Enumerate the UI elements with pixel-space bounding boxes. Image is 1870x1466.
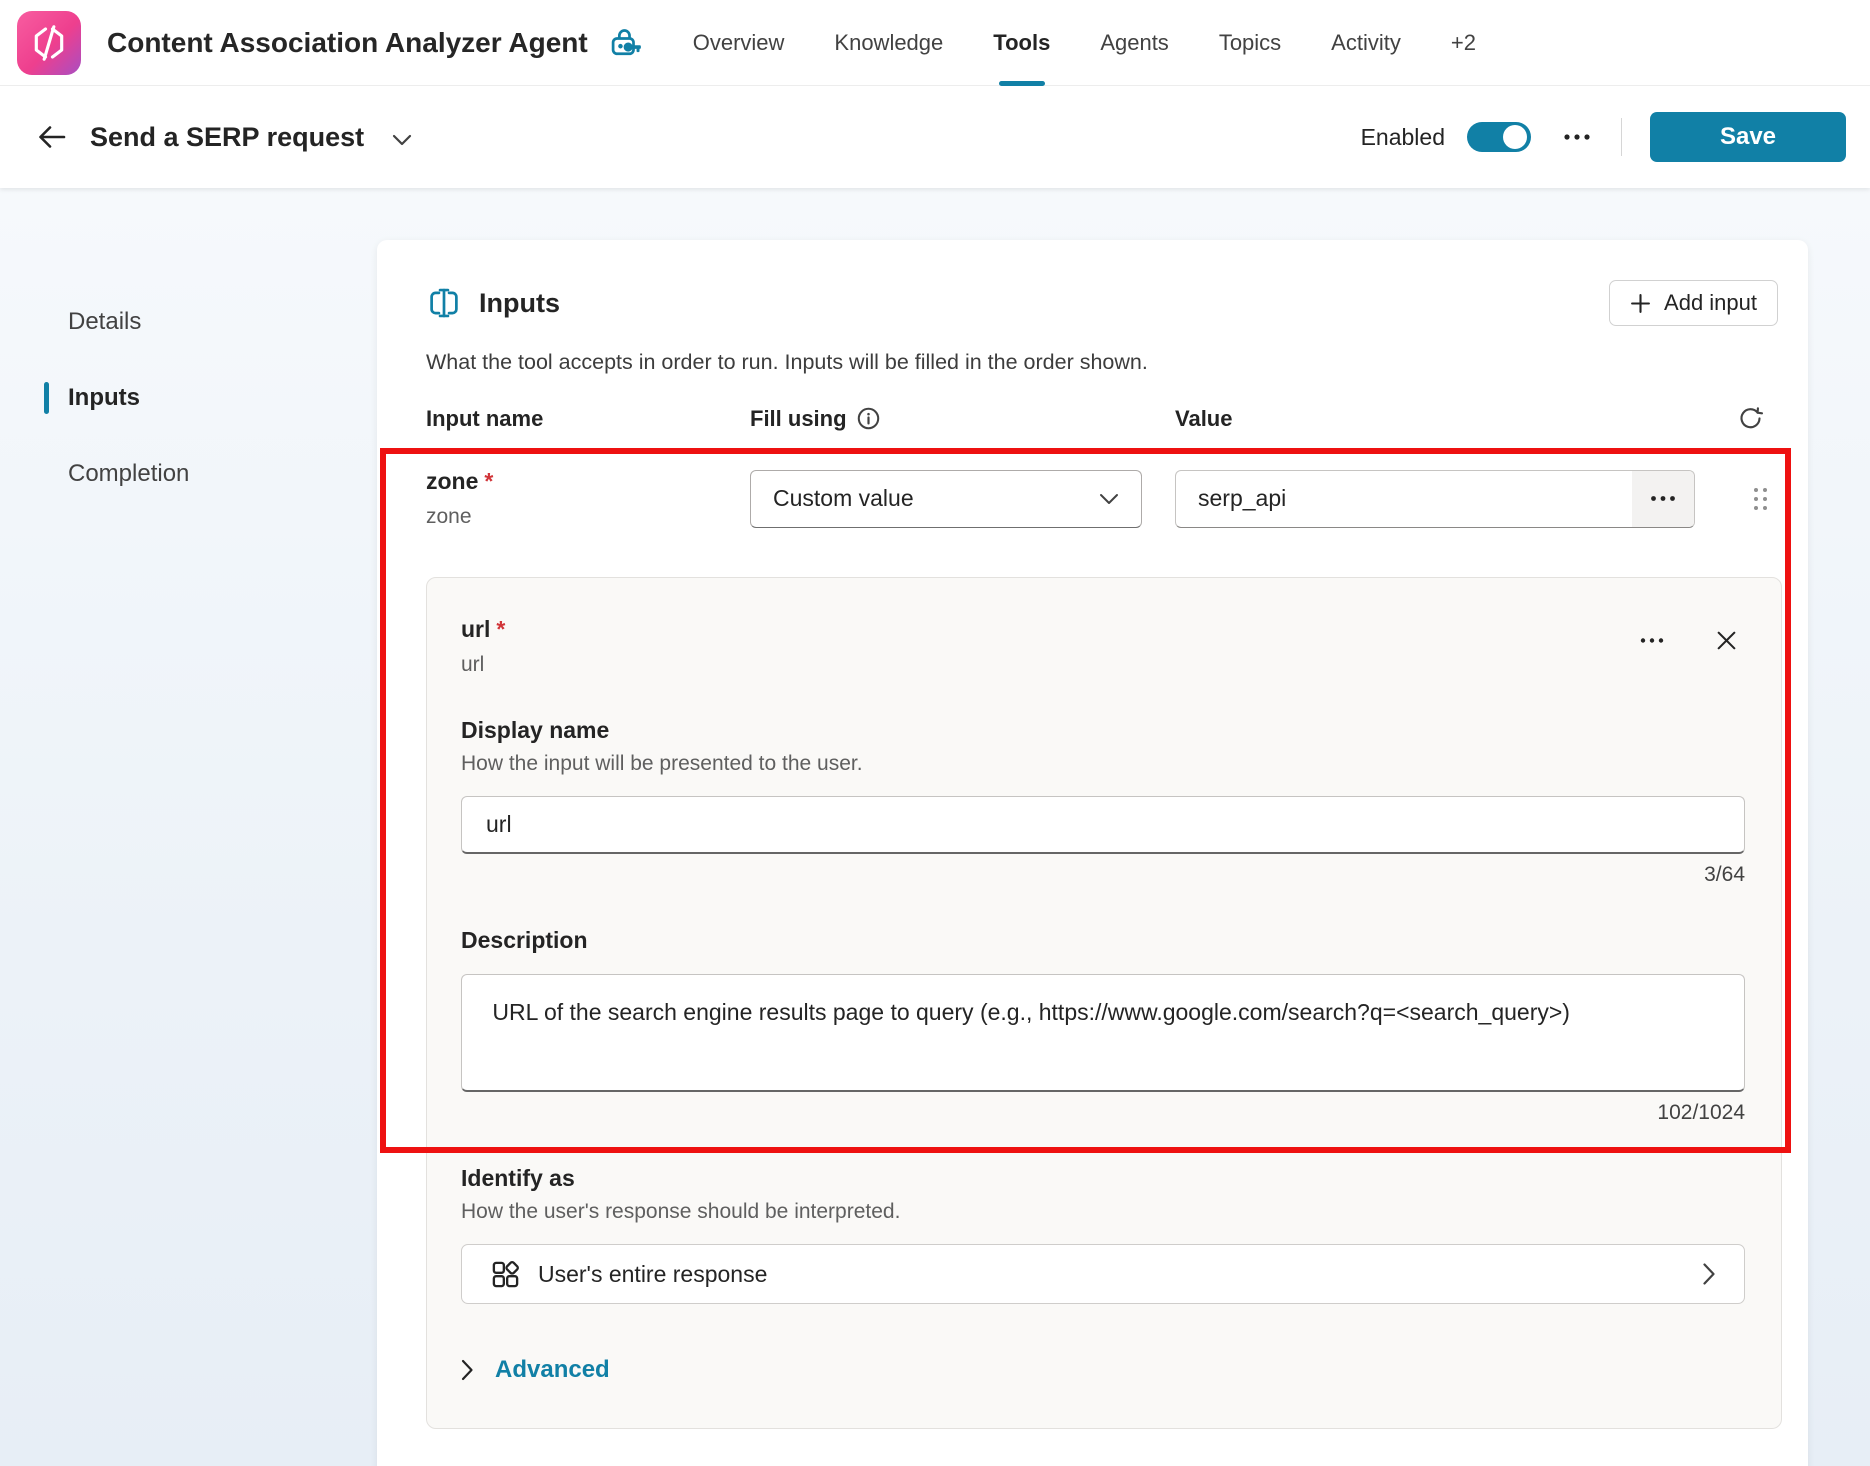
refresh-cell: [1726, 405, 1778, 432]
toolbar-divider: [1621, 118, 1622, 156]
identify-as-button[interactable]: User's entire response: [461, 1244, 1745, 1304]
back-button[interactable]: [30, 116, 74, 158]
add-input-label: Add input: [1664, 290, 1757, 316]
info-icon[interactable]: [857, 407, 880, 430]
inputs-panel: Inputs Add input What the tool accepts i…: [377, 240, 1808, 1466]
display-name-counter: 3/64: [461, 863, 1745, 887]
display-name-input[interactable]: [461, 796, 1745, 854]
required-asterisk: *: [496, 616, 505, 642]
display-name-hint: How the input will be presented to the u…: [461, 752, 1745, 776]
url-name: url*: [461, 616, 505, 643]
url-name-text: url: [461, 616, 490, 642]
description-counter: 102/1024: [461, 1101, 1745, 1125]
sidebar-item-details[interactable]: Details: [0, 284, 377, 360]
zone-name-text: zone: [426, 468, 478, 494]
fill-using-select[interactable]: Custom value: [750, 470, 1142, 528]
fill-using-label: Fill using: [750, 406, 847, 432]
add-input-button[interactable]: Add input: [1609, 280, 1778, 326]
save-button[interactable]: Save: [1650, 112, 1846, 162]
sidebar-item-label: Details: [68, 308, 141, 336]
inputs-title-group: Inputs: [426, 285, 560, 321]
description-textarea[interactable]: URL of the search engine results page to…: [461, 974, 1745, 1092]
identify-as-hint: How the user's response should be interp…: [461, 1200, 1745, 1224]
tool-name[interactable]: Send a SERP request: [90, 122, 364, 153]
inputs-section-title: Inputs: [479, 288, 560, 319]
tab-knowledge[interactable]: Knowledge: [809, 0, 968, 86]
tab-agents[interactable]: Agents: [1075, 0, 1194, 86]
drag-handle-icon[interactable]: [1750, 485, 1770, 513]
display-name-label: Display name: [461, 717, 1745, 744]
advanced-expander[interactable]: Advanced: [461, 1356, 610, 1384]
chevron-right-icon: [461, 1359, 474, 1381]
inputs-section-icon: [426, 285, 462, 321]
lock-key-icon[interactable]: [608, 27, 642, 59]
zone-value-cell: [1175, 470, 1726, 528]
column-value: Value: [1175, 406, 1726, 432]
chevron-right-icon: [1702, 1262, 1716, 1286]
agent-logo: [17, 11, 81, 75]
tab-topics[interactable]: Topics: [1194, 0, 1306, 86]
sidebar-item-completion[interactable]: Completion: [0, 436, 377, 512]
column-input-name: Input name: [426, 406, 750, 432]
more-horizontal-icon: [1563, 133, 1591, 141]
inputs-description: What the tool accepts in order to run. I…: [426, 350, 1778, 375]
page-title: Content Association Analyzer Agent: [107, 27, 588, 59]
enabled-label: Enabled: [1361, 124, 1445, 151]
tab-tools[interactable]: Tools: [968, 0, 1075, 86]
page-body: Details Inputs Completion: [0, 188, 1870, 1466]
url-name-group: url* url: [461, 616, 505, 677]
tool-name-dropdown[interactable]: [386, 128, 418, 152]
tab-activity[interactable]: Activity: [1306, 0, 1426, 86]
column-fill-using: Fill using: [750, 406, 1175, 432]
chevron-down-icon: [392, 134, 412, 146]
input-row-zone: zone* zone Custom value: [426, 468, 1778, 529]
sidebar-item-label: Inputs: [68, 384, 140, 412]
tab-overview[interactable]: Overview: [668, 0, 810, 86]
refresh-icon[interactable]: [1737, 405, 1764, 432]
url-card-actions: [1634, 616, 1745, 659]
top-bar: Content Association Analyzer Agent Overv…: [0, 0, 1870, 86]
toolbar-more-button[interactable]: [1557, 127, 1597, 147]
zone-subname: zone: [426, 505, 750, 529]
code-hexagon-icon: [28, 22, 70, 64]
plus-icon: [1630, 293, 1651, 314]
sidebar-item-inputs[interactable]: Inputs: [0, 360, 377, 436]
identify-as-value: User's entire response: [538, 1261, 767, 1288]
back-arrow-icon: [36, 122, 68, 152]
url-more-button[interactable]: [1634, 631, 1670, 650]
more-horizontal-icon: [1650, 495, 1676, 502]
screen: Content Association Analyzer Agent Overv…: [0, 0, 1870, 1466]
fill-using-selected-value: Custom value: [773, 485, 914, 512]
enabled-toggle[interactable]: [1467, 122, 1531, 152]
zone-name: zone*: [426, 468, 750, 495]
url-card-header: url* url: [461, 616, 1745, 677]
close-icon: [1714, 628, 1739, 653]
url-subname: url: [461, 653, 505, 677]
url-input-card: url* url: [426, 577, 1782, 1429]
required-asterisk: *: [484, 468, 493, 494]
zone-name-cell: zone* zone: [426, 468, 750, 529]
url-delete-button[interactable]: [1708, 622, 1745, 659]
zone-fill-using-cell: Custom value: [750, 470, 1175, 528]
more-horizontal-icon: [1640, 637, 1664, 644]
tab-overflow[interactable]: +2: [1426, 0, 1501, 86]
identify-as-label: Identify as: [461, 1165, 1745, 1192]
zone-value-field: [1175, 470, 1695, 528]
tool-sidebar: Details Inputs Completion: [0, 284, 377, 512]
active-indicator: [44, 382, 49, 414]
main-nav: Overview Knowledge Tools Agents Topics A…: [668, 0, 1501, 86]
inputs-column-headers: Input name Fill using Value: [426, 405, 1778, 432]
zone-value-input[interactable]: [1176, 471, 1632, 527]
toggle-knob: [1503, 125, 1527, 149]
description-label: Description: [461, 927, 1745, 954]
advanced-label: Advanced: [495, 1356, 610, 1384]
zone-value-more-button[interactable]: [1632, 471, 1694, 527]
tool-toolbar: Send a SERP request Enabled Save: [0, 86, 1870, 188]
zone-drag-cell: [1726, 485, 1778, 513]
data-type-grid-icon: [490, 1259, 521, 1290]
inputs-panel-header: Inputs Add input: [426, 280, 1778, 326]
sidebar-item-label: Completion: [68, 460, 189, 488]
chevron-down-icon: [1099, 493, 1119, 505]
